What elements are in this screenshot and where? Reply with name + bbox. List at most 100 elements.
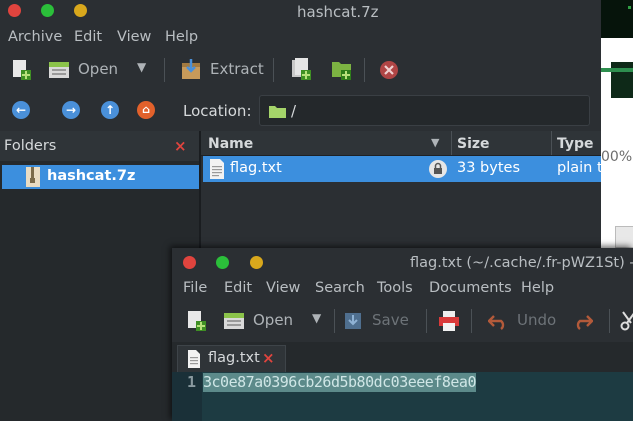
archive-titlebar: hashcat.7z [0,0,601,24]
undo-label: Undo [517,311,557,329]
folders-title: Folders [4,138,57,154]
close-window-button[interactable] [183,256,196,269]
selected-text-content[interactable]: 3c0e87a0396cb26d5b80dc03eeef8ea0 [203,373,476,392]
redo-button[interactable] [573,312,594,330]
toolbar-separator [426,309,427,333]
menu-edit[interactable]: Edit [74,29,102,45]
stop-icon [380,61,398,79]
editor-menu-help[interactable]: Help [521,280,554,296]
home-button[interactable]: ⌂ [137,101,155,119]
toolbar-separator [273,58,274,82]
star-dot [628,6,631,9]
editor-menu-view[interactable]: View [266,280,300,296]
folder-item-hashcat[interactable]: hashcat.7z [2,165,199,189]
open-button[interactable]: Open ▼ [48,59,152,81]
column-name[interactable]: Name [208,136,253,152]
save-label: Save [372,311,409,329]
add-folder-button[interactable] [331,58,353,82]
line-number: 1 [187,373,197,391]
maximize-window-button[interactable] [74,4,87,17]
archive-window-title: hashcat.7z [297,3,379,21]
cut-button[interactable] [619,310,633,332]
chevron-down-icon[interactable]: ▼ [137,60,146,74]
redo-icon [576,315,594,330]
extract-button[interactable]: Extract [180,59,264,81]
minimize-window-button[interactable] [41,4,54,17]
editor-menu-tools[interactable]: Tools [377,280,413,296]
location-value: / [291,102,297,120]
new-file-icon [13,60,31,80]
close-pane-icon[interactable]: × [174,137,187,155]
close-tab-icon[interactable]: × [262,349,275,367]
folder-icon [269,106,286,118]
print-button[interactable] [438,310,460,332]
folders-header: Folders × [0,131,199,161]
tab-label: flag.txt [208,350,260,366]
open-icon [49,62,69,78]
editor-window-title: flag.txt (~/.cache/.fr-pWZ1St) - Plu [410,255,633,271]
table-row[interactable]: flag.txt 33 bytes plain te [203,156,601,182]
open-icon [224,313,244,329]
undo-icon [488,315,505,330]
toolbar-separator [609,309,610,333]
arrow-up-icon: ↑ [104,103,116,117]
editor-open-button[interactable]: Open ▼ [223,310,328,332]
new-document-button[interactable] [187,310,207,332]
column-separator [551,131,552,155]
archive-icon [26,167,40,187]
column-separator [451,131,452,155]
editor-menu-search[interactable]: Search [315,280,365,296]
add-files-button[interactable] [291,58,313,82]
row-name: flag.txt [230,160,282,176]
arrow-left-icon: ← [15,103,27,117]
arrow-right-icon: → [65,103,77,117]
new-archive-button[interactable] [12,59,32,81]
file-list-header: Name ▼ Size Type [201,131,601,156]
undo-button[interactable]: Undo [488,310,558,332]
tab-strip: flag.txt × [172,342,633,373]
sort-chevron-icon[interactable]: ▼ [431,136,439,149]
extract-button-label: Extract [210,60,264,78]
column-size[interactable]: Size [457,136,490,152]
column-type[interactable]: Type [557,136,594,152]
home-icon: ⌂ [142,103,150,116]
background-button[interactable] [615,226,633,248]
add-files-icon [292,58,311,80]
line-number-gutter: 1 [172,372,202,421]
forward-button[interactable]: → [62,101,80,119]
save-button[interactable]: Save [344,310,414,332]
toolbar-separator [334,309,335,333]
lock-icon [429,160,447,178]
editor-menu-documents[interactable]: Documents [429,280,512,296]
folders-pane: Folders × hashcat.7z [0,131,199,421]
green-bar [601,68,633,72]
location-label: Location: [183,102,252,120]
row-type: plain te [557,160,601,176]
menu-view[interactable]: View [117,29,151,45]
close-window-button[interactable] [8,4,21,17]
editor-text-area[interactable]: 1 3c0e87a0396cb26d5b80dc03eeef8ea0 [172,372,633,421]
editor-menu-edit[interactable]: Edit [224,280,252,296]
folder-item-label: hashcat.7z [47,168,136,184]
editor-window: flag.txt (~/.cache/.fr-pWZ1St) - Plu Fil… [172,248,633,421]
toolbar-separator [471,309,472,333]
menu-help[interactable]: Help [165,29,198,45]
toolbar-separator [164,58,165,82]
background-percent-text: 00% [601,149,633,165]
add-folder-icon [332,62,351,80]
menu-archive[interactable]: Archive [8,29,62,45]
toolbar-separator [364,58,365,82]
maximize-window-button[interactable] [250,256,263,269]
minimize-window-button[interactable] [216,256,229,269]
editor-titlebar: flag.txt (~/.cache/.fr-pWZ1St) - Plu [172,248,633,276]
tab-flag-txt[interactable]: flag.txt × [177,345,286,373]
text-file-icon [188,350,200,368]
location-field[interactable]: / [259,95,590,126]
back-button[interactable]: ← [12,101,30,119]
print-icon [439,311,459,331]
up-button[interactable]: ↑ [101,101,119,119]
stop-button[interactable] [379,60,399,80]
editor-menu-file[interactable]: File [183,280,207,296]
background-window: 00% [601,0,633,248]
chevron-down-icon[interactable]: ▼ [312,311,321,325]
